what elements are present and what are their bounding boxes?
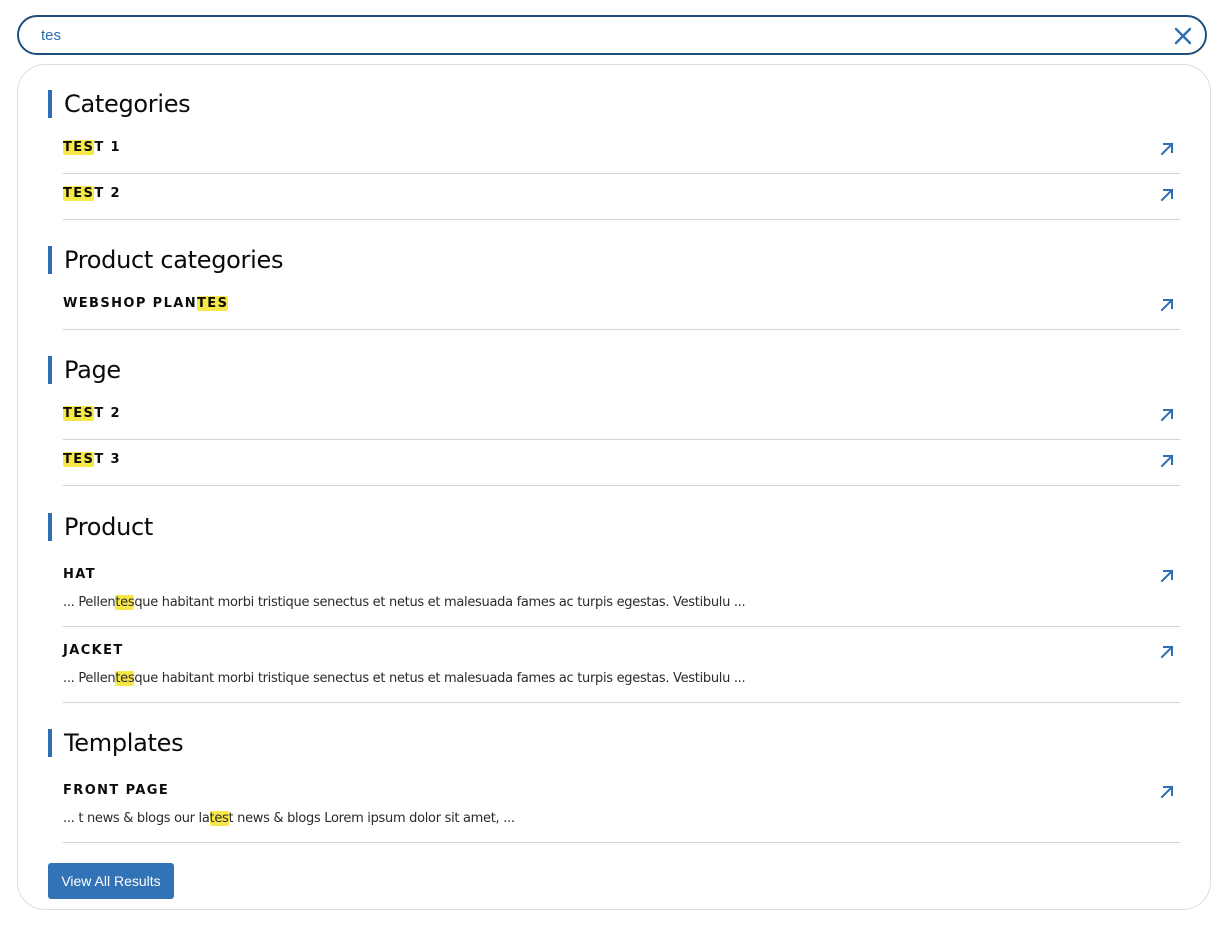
result-item[interactable]: TEST 2 xyxy=(63,174,1180,220)
arrow-up-right-icon[interactable] xyxy=(1160,454,1174,468)
match-highlight: TES xyxy=(63,186,95,201)
match-highlight: TES xyxy=(63,406,95,421)
arrow-up-right-icon[interactable] xyxy=(1160,785,1174,799)
arrow-up-right-icon[interactable] xyxy=(1160,645,1174,659)
match-highlight: tes xyxy=(115,595,135,610)
result-item[interactable]: HAT ... Pellentesque habitant morbi tris… xyxy=(63,551,1180,627)
result-title[interactable]: TEST 2 xyxy=(63,406,121,421)
result-title[interactable]: WEBSHOP PLANTES xyxy=(63,296,229,311)
result-item[interactable]: JACKET ... Pellentesque habitant morbi t… xyxy=(63,627,1180,703)
arrow-up-right-icon[interactable] xyxy=(1160,188,1174,202)
section-title: Product categories xyxy=(48,246,1180,274)
result-title[interactable]: TEST 1 xyxy=(63,140,121,155)
close-icon[interactable] xyxy=(1173,26,1193,46)
match-highlight: tes xyxy=(209,811,229,826)
result-snippet: ... Pellentesque habitant morbi tristiqu… xyxy=(63,595,746,610)
section-page: Page TEST 2 TEST 3 xyxy=(48,356,1180,486)
result-item[interactable]: FRONT PAGE ... t news & blogs our latest… xyxy=(63,767,1180,843)
result-title[interactable]: TEST 2 xyxy=(63,186,121,201)
result-snippet: ... t news & blogs our latest news & blo… xyxy=(63,811,515,826)
section-templates: Templates FRONT PAGE ... t news & blogs … xyxy=(48,729,1180,843)
result-title[interactable]: FRONT PAGE xyxy=(63,783,169,798)
arrow-up-right-icon[interactable] xyxy=(1160,569,1174,583)
result-title[interactable]: JACKET xyxy=(63,643,124,658)
arrow-up-right-icon[interactable] xyxy=(1160,408,1174,422)
match-highlight: TES xyxy=(63,452,95,467)
result-item[interactable]: WEBSHOP PLANTES xyxy=(63,284,1180,330)
search-input[interactable] xyxy=(41,17,1141,53)
section-title: Categories xyxy=(48,90,1180,118)
section-title: Page xyxy=(48,356,1180,384)
result-title[interactable]: TEST 3 xyxy=(63,452,121,467)
result-snippet: ... Pellentesque habitant morbi tristiqu… xyxy=(63,671,746,686)
section-categories: Categories TEST 1 TEST 2 xyxy=(48,90,1180,220)
result-item[interactable]: TEST 1 xyxy=(63,128,1180,174)
result-title[interactable]: HAT xyxy=(63,567,96,582)
search-bar xyxy=(17,15,1207,55)
section-product-categories: Product categories WEBSHOP PLANTES xyxy=(48,246,1180,330)
search-results-panel: Categories TEST 1 TEST 2 Product categor… xyxy=(17,64,1211,910)
section-product: Product HAT ... Pellentesque habitant mo… xyxy=(48,513,1180,703)
match-highlight: tes xyxy=(115,671,135,686)
arrow-up-right-icon[interactable] xyxy=(1160,298,1174,312)
result-item[interactable]: TEST 3 xyxy=(63,440,1180,486)
section-title: Templates xyxy=(48,729,1180,757)
result-item[interactable]: TEST 2 xyxy=(63,394,1180,440)
section-title: Product xyxy=(48,513,1180,541)
arrow-up-right-icon[interactable] xyxy=(1160,142,1174,156)
match-highlight: TES xyxy=(63,140,95,155)
view-all-results-button[interactable]: View All Results xyxy=(48,863,174,899)
match-highlight: TES xyxy=(197,296,229,311)
